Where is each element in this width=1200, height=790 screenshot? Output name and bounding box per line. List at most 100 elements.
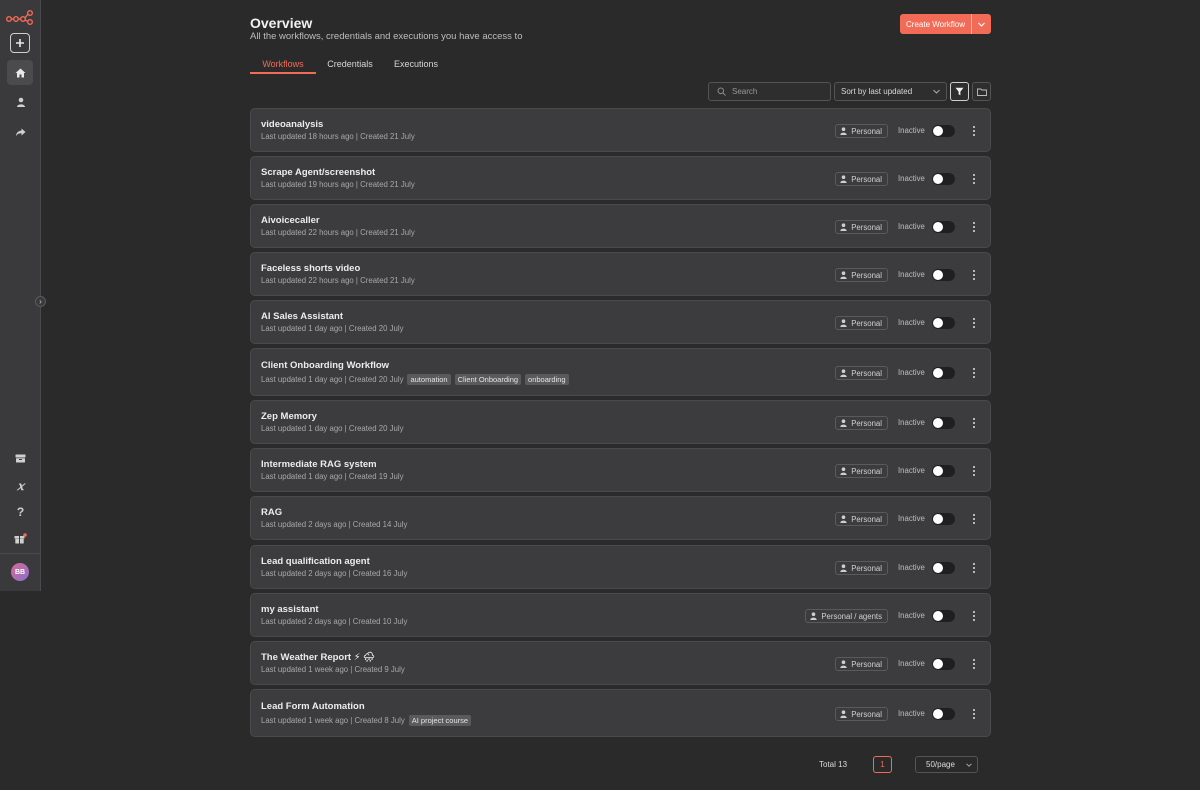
shared-button[interactable] xyxy=(0,120,41,144)
more-options-icon[interactable] xyxy=(970,464,978,478)
workflow-name[interactable]: Faceless shorts video xyxy=(261,263,360,274)
page-size-select[interactable]: 50/page xyxy=(915,756,978,773)
more-options-icon[interactable] xyxy=(970,657,978,671)
workflow-name[interactable]: Lead qualification agent xyxy=(261,556,370,567)
more-options-icon[interactable] xyxy=(970,124,978,138)
workflow-meta: Last updated 2 days ago | Created 10 Jul… xyxy=(261,617,407,626)
tab-workflows[interactable]: Workflows xyxy=(250,57,316,74)
workflow-meta-text: Last updated 22 hours ago | Created 21 J… xyxy=(261,228,415,237)
toggle-knob xyxy=(933,222,943,232)
more-options-icon[interactable] xyxy=(970,707,978,721)
avatar[interactable]: BB xyxy=(11,563,29,581)
whats-new-button[interactable] xyxy=(0,526,41,550)
workflow-tag[interactable]: AI project course xyxy=(408,715,472,726)
home-button[interactable] xyxy=(7,60,33,85)
more-options-icon[interactable] xyxy=(970,609,978,623)
expand-sidebar-button[interactable]: › xyxy=(35,296,46,307)
more-options-icon[interactable] xyxy=(970,512,978,526)
create-workflow-button[interactable]: Create Workflow xyxy=(900,14,991,34)
active-toggle[interactable] xyxy=(932,610,955,622)
workflow-card[interactable]: Lead Form Automation Last updated 1 week … xyxy=(250,689,991,737)
workflow-name[interactable]: videoanalysis xyxy=(261,119,323,130)
active-toggle[interactable] xyxy=(932,173,955,185)
share-icon xyxy=(15,128,26,136)
more-options-icon[interactable] xyxy=(970,366,978,380)
templates-button[interactable] xyxy=(0,446,41,470)
owner-badge: Personal xyxy=(835,657,888,671)
user-icon xyxy=(840,369,847,377)
workflow-card[interactable]: Intermediate RAG system Last updated 1 da… xyxy=(250,448,991,492)
chevron-down-icon xyxy=(966,762,972,767)
workflow-tag[interactable]: Client Onboarding xyxy=(454,374,522,385)
workflow-card[interactable]: Zep Memory Last updated 1 day ago | Creat… xyxy=(250,400,991,444)
folder-button[interactable] xyxy=(972,82,991,101)
status-label: Inactive xyxy=(898,222,925,231)
status-label: Inactive xyxy=(898,270,925,279)
workflow-tag[interactable]: automation xyxy=(407,374,451,385)
workflow-meta-text: Last updated 1 day ago | Created 20 July xyxy=(261,324,404,333)
workflow-name[interactable]: RAG xyxy=(261,507,282,518)
workflow-name[interactable]: Lead Form Automation xyxy=(261,701,365,712)
personal-button[interactable] xyxy=(0,90,41,114)
workflow-name[interactable]: AI Sales Assistant xyxy=(261,311,343,322)
workflow-name[interactable]: my assistant xyxy=(261,604,319,615)
active-toggle[interactable] xyxy=(932,125,955,137)
user-icon xyxy=(840,467,847,475)
create-workflow-label[interactable]: Create Workflow xyxy=(900,14,972,34)
sort-select[interactable]: Sort by last updated xyxy=(834,82,947,101)
active-toggle[interactable] xyxy=(932,367,955,379)
workflow-name[interactable]: Aivoicecaller xyxy=(261,215,320,226)
workflow-name[interactable]: Scrape Agent/screenshot xyxy=(261,167,375,178)
sidebar-divider xyxy=(0,553,41,554)
workflow-card[interactable]: Client Onboarding Workflow Last updated 1… xyxy=(250,348,991,396)
workflow-card[interactable]: Scrape Agent/screenshot Last updated 19 h… xyxy=(250,156,991,200)
tab-credentials[interactable]: Credentials xyxy=(317,57,383,74)
owner-label: Personal xyxy=(851,418,882,428)
workflow-card[interactable]: The Weather Report ⚡ 🌧 Last updated 1 wee… xyxy=(250,641,991,685)
more-options-icon[interactable] xyxy=(970,316,978,330)
more-options-icon[interactable] xyxy=(970,220,978,234)
active-toggle[interactable] xyxy=(932,658,955,670)
tab-executions[interactable]: Executions xyxy=(384,57,448,74)
workflow-tag[interactable]: onboarding xyxy=(525,374,569,385)
toggle-knob xyxy=(933,659,943,669)
help-icon[interactable]: ? xyxy=(0,500,41,524)
workflow-card[interactable]: RAG Last updated 2 days ago | Created 14 … xyxy=(250,496,991,540)
active-toggle[interactable] xyxy=(932,708,955,720)
workflow-card[interactable]: Lead qualification agent Last updated 2 d… xyxy=(250,545,991,589)
workflow-meta-text: Last updated 19 hours ago | Created 21 J… xyxy=(261,180,415,189)
filter-button[interactable] xyxy=(950,82,969,101)
active-toggle[interactable] xyxy=(932,465,955,477)
more-options-icon[interactable] xyxy=(970,172,978,186)
workflow-card[interactable]: AI Sales Assistant Last updated 1 day ago… xyxy=(250,300,991,344)
active-toggle[interactable] xyxy=(932,513,955,525)
status-label: Inactive xyxy=(898,659,925,668)
owner-label: Personal xyxy=(851,466,882,476)
active-toggle[interactable] xyxy=(932,317,955,329)
owner-badge: Personal xyxy=(835,124,888,138)
workflow-card[interactable]: Faceless shorts video Last updated 22 hou… xyxy=(250,252,991,296)
page-1-button[interactable]: 1 xyxy=(873,756,892,773)
active-toggle[interactable] xyxy=(932,269,955,281)
workflow-name[interactable]: Client Onboarding Workflow xyxy=(261,360,389,371)
more-options-icon[interactable] xyxy=(970,561,978,575)
search-input[interactable]: Search xyxy=(708,82,831,101)
workflow-card[interactable]: Aivoicecaller Last updated 22 hours ago |… xyxy=(250,204,991,248)
owner-label: Personal xyxy=(851,659,882,669)
more-options-icon[interactable] xyxy=(970,416,978,430)
chevron-down-icon[interactable] xyxy=(972,14,991,34)
n8n-logo-icon[interactable] xyxy=(6,9,34,25)
add-button[interactable] xyxy=(10,33,30,53)
workflow-name[interactable]: The Weather Report ⚡ 🌧 xyxy=(261,652,375,663)
active-toggle[interactable] xyxy=(932,221,955,233)
workflow-name[interactable]: Intermediate RAG system xyxy=(261,459,377,470)
active-toggle[interactable] xyxy=(932,562,955,574)
home-icon xyxy=(15,68,25,77)
owner-badge: Personal xyxy=(835,561,888,575)
workflow-card[interactable]: videoanalysis Last updated 18 hours ago |… xyxy=(250,108,991,152)
more-options-icon[interactable] xyxy=(970,268,978,282)
workflow-card[interactable]: my assistant Last updated 2 days ago | Cr… xyxy=(250,593,991,637)
variables-icon[interactable]: 𝑥 xyxy=(0,474,41,498)
active-toggle[interactable] xyxy=(932,417,955,429)
workflow-name[interactable]: Zep Memory xyxy=(261,411,317,422)
